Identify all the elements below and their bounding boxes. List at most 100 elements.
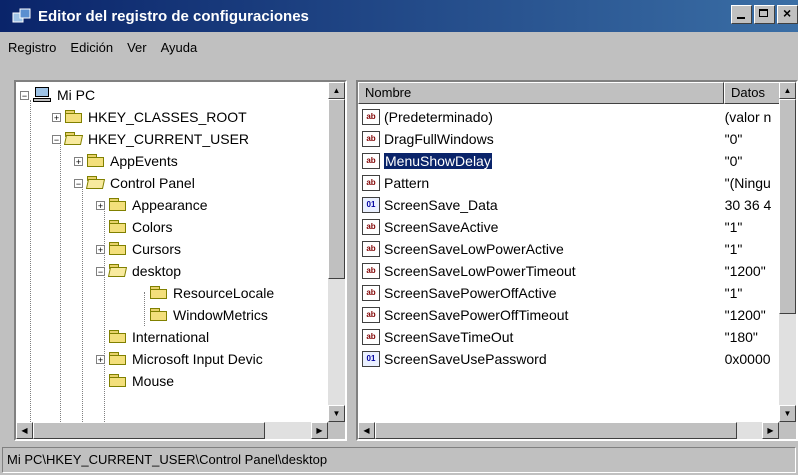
value-row-selected[interactable]: ab MenuShowDelay "0" (362, 150, 782, 172)
value-row[interactable]: ab ScreenSaveLowPowerActive "1" (362, 238, 782, 260)
tree-item-label: Colors (132, 219, 173, 235)
tree-item-appevents[interactable]: + AppEvents (74, 150, 178, 172)
scroll-thumb[interactable] (375, 422, 737, 439)
folder-open-icon (65, 132, 83, 146)
value-data: "0" (724, 153, 743, 169)
expand-icon[interactable]: + (96, 200, 105, 210)
tree-item-microsoft-input-devices[interactable]: + Microsoft Input Devic (96, 348, 263, 370)
scroll-left-icon[interactable]: ◀ (16, 422, 33, 439)
tree-item-label: AppEvents (110, 153, 178, 169)
value-data: (valor n (724, 109, 772, 125)
menu-ver[interactable]: Ver (119, 40, 153, 55)
value-row[interactable]: ab ScreenSavePowerOffTimeout "1200" (362, 304, 782, 326)
tree-horizontal-scrollbar[interactable]: ◀ ▶ (16, 422, 328, 439)
value-row[interactable]: ab ScreenSaveLowPowerTimeout "1200" (362, 260, 782, 282)
value-name: ScreenSavePowerOffTimeout (384, 307, 569, 323)
list-horizontal-scrollbar[interactable]: ◀ ▶ (358, 422, 779, 439)
list-vertical-scrollbar[interactable]: ▲ ▼ (779, 82, 796, 422)
collapse-icon[interactable]: − (52, 134, 61, 144)
tree-item-label: Control Panel (110, 175, 195, 191)
title-bar[interactable]: Editor del registro de configuraciones × (0, 0, 798, 32)
tree-item-desktop[interactable]: − desktop (96, 260, 181, 282)
tree-item-colors[interactable]: Colors (109, 216, 172, 238)
tree-item-control-panel[interactable]: − Control Panel (74, 172, 195, 194)
scroll-thumb[interactable] (779, 99, 796, 314)
registry-editor-window: Editor del registro de configuraciones ×… (0, 0, 798, 475)
folder-icon (109, 374, 127, 388)
expand-icon[interactable]: + (96, 244, 105, 254)
value-row[interactable]: 01 ScreenSave_Data 30 36 4 (362, 194, 782, 216)
expand-icon[interactable]: + (96, 354, 105, 364)
value-data: "1200" (724, 307, 766, 323)
tree-item-hkey-classes-root[interactable]: + HKEY_CLASSES_ROOT (52, 106, 247, 128)
tree-vertical-scrollbar[interactable]: ▲ ▼ (328, 82, 345, 422)
tree-item-mouse[interactable]: Mouse (109, 370, 174, 392)
value-name: ScreenSave_Data (384, 197, 498, 213)
value-data: "(Ningu (724, 175, 771, 191)
value-name: ScreenSaveActive (384, 219, 499, 235)
value-row[interactable]: ab (Predeterminado) (valor n (362, 106, 782, 128)
folder-icon (109, 220, 127, 234)
value-row[interactable]: ab ScreenSaveTimeOut "180" (362, 326, 782, 348)
scroll-down-icon[interactable]: ▼ (779, 405, 796, 422)
value-row[interactable]: ab Pattern "(Ningu (362, 172, 782, 194)
value-name: ScreenSaveLowPowerTimeout (384, 263, 576, 279)
string-value-icon: ab (362, 131, 380, 147)
collapse-icon[interactable]: − (96, 266, 105, 276)
value-data: 0x0000 (724, 351, 771, 367)
tree-item-windowmetrics[interactable]: WindowMetrics (150, 304, 268, 326)
string-value-icon: ab (362, 241, 380, 257)
menu-edicion[interactable]: Edición (62, 40, 119, 55)
minimize-button[interactable] (731, 5, 752, 24)
collapse-icon[interactable]: − (20, 90, 29, 100)
scroll-thumb[interactable] (328, 99, 345, 279)
scroll-left-icon[interactable]: ◀ (358, 422, 375, 439)
registry-tree[interactable]: − Mi PC + HKEY_CLASSES_ROOT − HKEY_CURRE… (14, 80, 347, 441)
string-value-icon: ab (362, 263, 380, 279)
tree-item-cursors[interactable]: + Cursors (96, 238, 181, 260)
folder-icon (109, 330, 127, 344)
folder-icon (109, 198, 127, 212)
scroll-down-icon[interactable]: ▼ (328, 405, 345, 422)
scroll-right-icon[interactable]: ▶ (762, 422, 779, 439)
tree-item-resourcelocale[interactable]: ResourceLocale (150, 282, 274, 304)
maximize-button[interactable] (754, 5, 775, 24)
string-value-icon: ab (362, 175, 380, 191)
binary-value-icon: 01 (362, 197, 380, 213)
value-name: MenuShowDelay (383, 152, 493, 170)
value-data: 30 36 4 (724, 197, 772, 213)
scroll-up-icon[interactable]: ▲ (328, 82, 345, 99)
expand-icon[interactable]: + (52, 112, 61, 122)
column-header-nombre[interactable]: Nombre (358, 82, 724, 104)
values-list[interactable]: Nombre Datos ab (Predeterminado) (valor … (356, 80, 798, 441)
value-row[interactable]: ab ScreenSavePowerOffActive "1" (362, 282, 782, 304)
scroll-thumb[interactable] (33, 422, 265, 439)
value-data: "1" (724, 241, 743, 257)
tree-item-label: desktop (132, 263, 182, 279)
collapse-icon[interactable]: − (74, 178, 83, 188)
tree-guide (144, 292, 145, 326)
expand-icon[interactable]: + (74, 156, 83, 166)
scroll-right-icon[interactable]: ▶ (311, 422, 328, 439)
value-name: ScreenSaveTimeOut (384, 329, 514, 345)
menu-registro[interactable]: Registro (0, 40, 62, 55)
tree-item-appearance[interactable]: + Appearance (96, 194, 208, 216)
tree-item-label: Microsoft Input Devic (132, 351, 263, 367)
value-row[interactable]: 01 ScreenSaveUsePassword 0x0000 (362, 348, 782, 370)
registry-icon (12, 7, 32, 25)
value-row[interactable]: ab DragFullWindows "0" (362, 128, 782, 150)
value-row[interactable]: ab ScreenSaveActive "1" (362, 216, 782, 238)
close-button[interactable]: × (777, 5, 798, 24)
tree-item-mi-pc[interactable]: − Mi PC (20, 84, 95, 106)
binary-value-icon: 01 (362, 351, 380, 367)
value-name: (Predeterminado) (384, 109, 493, 125)
tree-item-international[interactable]: International (109, 326, 209, 348)
scroll-up-icon[interactable]: ▲ (779, 82, 796, 99)
tree-item-label: International (132, 329, 210, 345)
menu-ayuda[interactable]: Ayuda (153, 40, 204, 55)
tree-item-hkey-current-user[interactable]: − HKEY_CURRENT_USER (52, 128, 249, 150)
folder-open-icon (87, 176, 105, 190)
value-data: "1" (724, 219, 743, 235)
value-name: ScreenSavePowerOffActive (384, 285, 557, 301)
string-value-icon: ab (362, 285, 380, 301)
